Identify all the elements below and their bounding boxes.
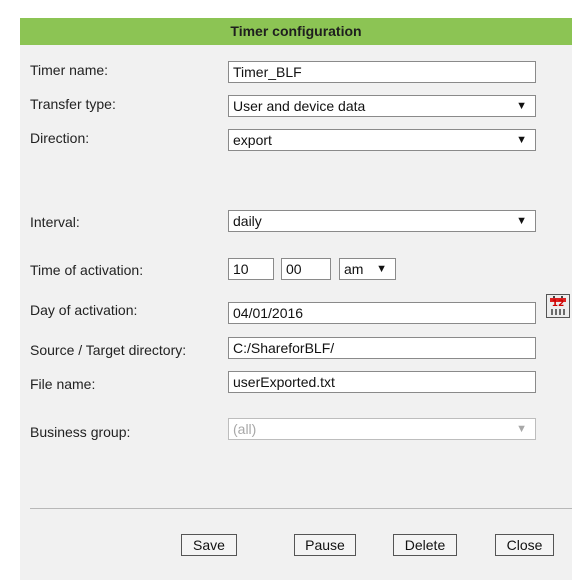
ampm-select[interactable]: am ▼ <box>339 258 396 280</box>
save-button[interactable]: Save <box>181 534 237 556</box>
chevron-down-icon: ▼ <box>516 134 527 146</box>
file-name-label: File name: <box>30 376 96 392</box>
chevron-down-icon: ▼ <box>516 215 527 227</box>
footer-divider <box>30 508 572 509</box>
minute-input[interactable]: 00 <box>281 258 331 280</box>
day-of-activation-label: Day of activation: <box>30 302 138 318</box>
transfer-type-label: Transfer type: <box>30 96 116 112</box>
direction-value: export <box>233 132 272 148</box>
hour-input[interactable]: 10 <box>228 258 274 280</box>
timer-name-input[interactable]: Timer_BLF <box>228 61 536 83</box>
file-name-input[interactable]: userExported.txt <box>228 371 536 393</box>
ampm-value: am <box>344 261 364 277</box>
interval-label: Interval: <box>30 214 80 230</box>
chevron-down-icon: ▼ <box>516 423 527 435</box>
transfer-type-value: User and device data <box>233 98 366 114</box>
calendar-grid <box>551 309 565 315</box>
timer-name-label: Timer name: <box>30 62 109 78</box>
transfer-type-select[interactable]: User and device data ▼ <box>228 95 536 117</box>
calendar-icon[interactable]: 12 <box>546 294 570 318</box>
pause-button[interactable]: Pause <box>294 534 356 556</box>
dialog-title: Timer configuration <box>20 18 572 45</box>
chevron-down-icon: ▼ <box>516 100 527 112</box>
business-group-select: (all) ▼ <box>228 418 536 440</box>
calendar-digits: 12 <box>551 299 565 309</box>
direction-label: Direction: <box>30 130 90 146</box>
business-group-value: (all) <box>233 421 257 437</box>
interval-value: daily <box>233 213 262 229</box>
source-target-directory-input[interactable]: C:/ShareforBLF/ <box>228 337 536 359</box>
day-of-activation-input[interactable]: 04/01/2016 <box>228 302 536 324</box>
interval-select[interactable]: daily ▼ <box>228 210 536 232</box>
close-button[interactable]: Close <box>495 534 554 556</box>
direction-select[interactable]: export ▼ <box>228 129 536 151</box>
delete-button[interactable]: Delete <box>393 534 457 556</box>
time-of-activation-label: Time of activation: <box>30 262 144 278</box>
source-target-directory-label: Source / Target directory: <box>30 342 187 358</box>
business-group-label: Business group: <box>30 424 131 440</box>
chevron-down-icon: ▼ <box>376 263 387 275</box>
